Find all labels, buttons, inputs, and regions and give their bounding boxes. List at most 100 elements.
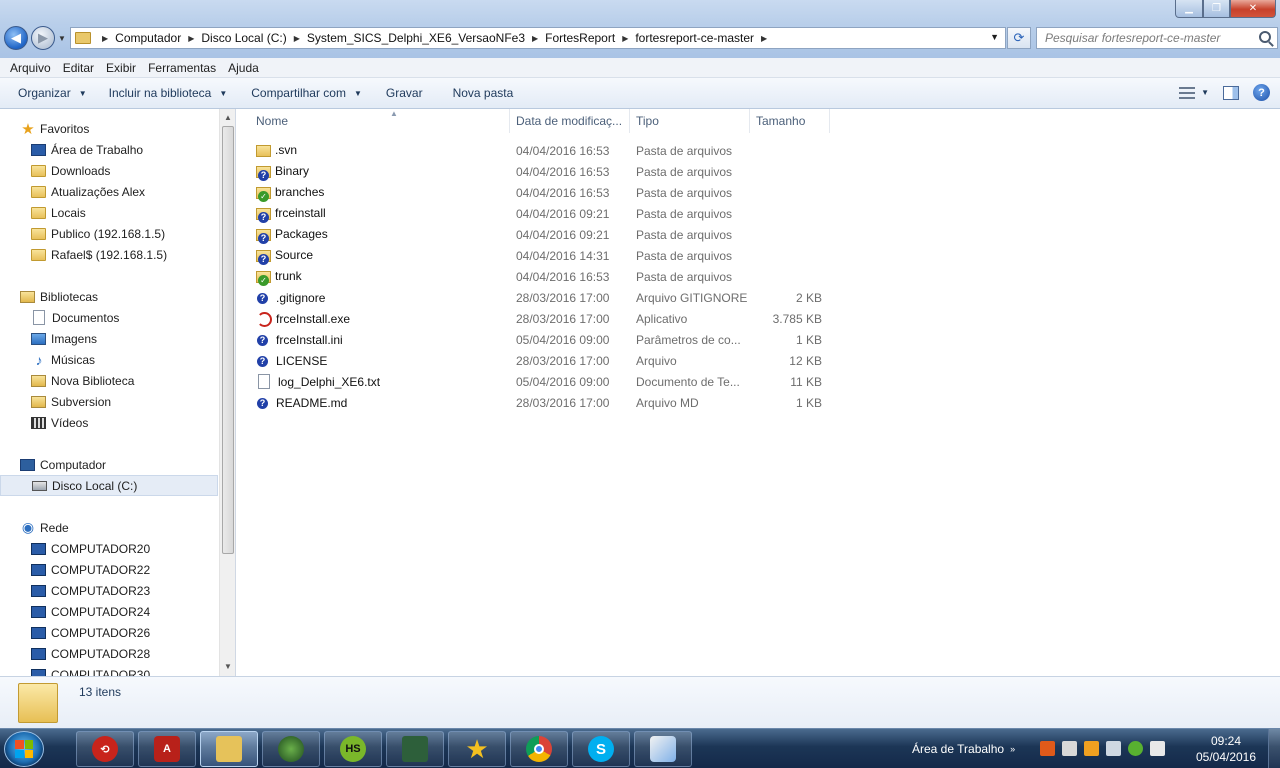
file-row[interactable]: log_Delphi_XE6.txt 05/04/2016 09:00 Docum… — [250, 371, 840, 392]
nav-item-computador22[interactable]: COMPUTADOR22 — [0, 559, 218, 580]
file-row[interactable]: Source 04/04/2016 14:31Pasta de arquivos — [250, 245, 840, 266]
address-bar[interactable]: ▶ Computador ▶ Disco Local (C:) ▶ System… — [70, 27, 1006, 49]
nav-network[interactable]: ◉ Rede — [0, 517, 218, 538]
nav-item-musicas[interactable]: ♪ Músicas — [0, 349, 218, 370]
tray-app-icon[interactable] — [1084, 741, 1099, 756]
clock[interactable]: 09:24 05/04/2016 — [1190, 733, 1262, 765]
nav-item-atualizacoes[interactable]: Atualizações Alex — [0, 181, 218, 202]
include-in-library-button[interactable]: Incluir na biblioteca ▼ — [101, 86, 236, 100]
network-icon[interactable] — [1106, 741, 1121, 756]
chevron-right-icon[interactable]: ▶ — [188, 34, 194, 43]
taskbar-paint[interactable] — [634, 731, 692, 767]
file-row[interactable]: .svn 04/04/2016 16:53 Pasta de arquivos — [250, 140, 840, 161]
nav-item-computador26[interactable]: COMPUTADOR26 — [0, 622, 218, 643]
breadcrumb-fortesreport[interactable]: FortesReport — [545, 31, 615, 45]
taskbar-delphi[interactable]: ⟲ — [76, 731, 134, 767]
menu-ferramentas[interactable]: Ferramentas — [142, 61, 222, 75]
share-with-button[interactable]: Compartilhar com ▼ — [243, 86, 370, 100]
nav-item-computador20[interactable]: COMPUTADOR20 — [0, 538, 218, 559]
nav-item-rafael[interactable]: Rafael$ (192.168.1.5) — [0, 244, 218, 265]
tray-app-icon[interactable] — [1040, 741, 1055, 756]
nav-item-publico[interactable]: Publico (192.168.1.5) — [0, 223, 218, 244]
chevron-down-icon[interactable]: ▼ — [990, 32, 999, 42]
chevron-right-icon[interactable]: ▶ — [532, 34, 538, 43]
menu-arquivo[interactable]: Arquivo — [4, 61, 57, 75]
preview-pane-icon[interactable] — [1223, 85, 1239, 100]
chevron-right-icon[interactable]: ▶ — [761, 34, 767, 43]
search-icon[interactable] — [1259, 31, 1271, 43]
breadcrumb-fortesreport-ce-master[interactable]: fortesreport-ce-master — [635, 31, 754, 45]
burn-button[interactable]: Gravar — [378, 86, 431, 100]
scrollbar-thumb[interactable] — [222, 126, 234, 554]
taskbar-monitor[interactable] — [386, 731, 444, 767]
change-view-icon[interactable] — [1179, 86, 1196, 99]
nav-computer[interactable]: Computador — [0, 454, 218, 475]
column-header-date[interactable]: Data de modificaç... — [510, 109, 630, 133]
file-row[interactable]: branches 04/04/2016 16:53Pasta de arquiv… — [250, 182, 840, 203]
back-button[interactable]: ◀ — [4, 26, 28, 50]
breadcrumb-disco-local[interactable]: Disco Local (C:) — [201, 31, 286, 45]
show-desktop-button[interactable] — [1268, 729, 1280, 768]
maximize-button[interactable]: ❐ — [1203, 0, 1230, 18]
nav-item-computador30[interactable]: COMPUTADOR30 — [0, 664, 218, 676]
file-row[interactable]: frceinstall 04/04/2016 09:21Pasta de arq… — [250, 203, 840, 224]
action-center-icon[interactable] — [1150, 741, 1165, 756]
nav-item-computador23[interactable]: COMPUTADOR23 — [0, 580, 218, 601]
breadcrumb-computador[interactable]: Computador — [115, 31, 181, 45]
minimize-button[interactable]: ▁ — [1175, 0, 1203, 18]
nav-item-locais[interactable]: Locais — [0, 202, 218, 223]
nav-item-imagens[interactable]: Imagens — [0, 328, 218, 349]
nav-item-computador24[interactable]: COMPUTADOR24 — [0, 601, 218, 622]
nav-item-documentos[interactable]: Documentos — [0, 307, 218, 328]
chevron-right-icon[interactable]: ▶ — [622, 34, 628, 43]
search-input[interactable] — [1037, 28, 1247, 48]
file-row[interactable]: README.md 28/03/2016 17:00Arquivo MD1 KB — [250, 392, 840, 413]
help-icon[interactable]: ? — [1253, 84, 1270, 101]
file-row[interactable]: trunk 04/04/2016 16:53Pasta de arquivos — [250, 266, 840, 287]
start-button[interactable] — [4, 731, 44, 767]
organize-button[interactable]: Organizar ▼ — [10, 86, 95, 100]
file-row[interactable]: LICENSE 28/03/2016 17:00Arquivo12 KB — [250, 350, 840, 371]
file-row[interactable]: Packages 04/04/2016 09:21Pasta de arquiv… — [250, 224, 840, 245]
recent-pages-dropdown[interactable]: ▼ — [58, 34, 66, 43]
column-header-size[interactable]: Tamanho — [750, 109, 830, 133]
taskbar-globe[interactable] — [262, 731, 320, 767]
file-row[interactable]: frceInstall.ini 05/04/2016 09:00Parâmetr… — [250, 329, 840, 350]
new-folder-button[interactable]: Nova pasta — [445, 86, 522, 100]
column-header-type[interactable]: Tipo — [630, 109, 750, 133]
taskbar-star[interactable]: ★ — [448, 731, 506, 767]
forward-button[interactable]: ▶ — [31, 26, 55, 50]
scroll-up-icon[interactable]: ▲ — [224, 113, 232, 122]
nav-item-subversion[interactable]: Subversion — [0, 391, 218, 412]
nav-item-downloads[interactable]: Downloads — [0, 160, 218, 181]
menu-editar[interactable]: Editar — [57, 61, 100, 75]
chevron-right-icon[interactable]: ▶ — [294, 34, 300, 43]
taskbar-skype[interactable]: S — [572, 731, 630, 767]
nav-libraries[interactable]: Bibliotecas — [0, 286, 218, 307]
close-button[interactable]: ✕ — [1230, 0, 1276, 18]
nav-item-videos[interactable]: Vídeos — [0, 412, 218, 433]
taskbar-explorer[interactable] — [200, 731, 258, 767]
nav-favorites[interactable]: ★ Favoritos — [0, 118, 218, 139]
nav-scrollbar[interactable]: ▲ ▼ — [219, 109, 235, 676]
file-row[interactable]: Binary 04/04/2016 16:53Pasta de arquivos — [250, 161, 840, 182]
menu-ajuda[interactable]: Ajuda — [222, 61, 265, 75]
chevron-down-icon[interactable]: ▼ — [1201, 88, 1209, 97]
tray-app-icon[interactable] — [1128, 741, 1143, 756]
column-header-name[interactable]: Nome ▲ — [250, 109, 510, 133]
taskbar-hs[interactable]: HS — [324, 731, 382, 767]
menu-exibir[interactable]: Exibir — [100, 61, 142, 75]
tray-desktop-toolbar[interactable]: Área de Trabalho» — [912, 729, 1015, 768]
chevron-right-icon[interactable]: ▶ — [102, 34, 108, 43]
file-row[interactable]: frceInstall.exe 28/03/2016 17:00 Aplicati… — [250, 308, 840, 329]
file-row[interactable]: .gitignore 28/03/2016 17:00Arquivo GITIG… — [250, 287, 840, 308]
breadcrumb-system-sics[interactable]: System_SICS_Delphi_XE6_VersaoNFe3 — [307, 31, 525, 45]
taskbar-chrome[interactable] — [510, 731, 568, 767]
refresh-button[interactable]: ⟳ — [1007, 27, 1031, 49]
volume-icon[interactable] — [1062, 741, 1077, 756]
nav-item-computador28[interactable]: COMPUTADOR28 — [0, 643, 218, 664]
nav-item-nova-biblioteca[interactable]: Nova Biblioteca — [0, 370, 218, 391]
nav-item-disco-local[interactable]: Disco Local (C:) — [0, 475, 218, 496]
search-box[interactable] — [1036, 27, 1278, 49]
nav-item-desktop[interactable]: Área de Trabalho — [0, 139, 218, 160]
